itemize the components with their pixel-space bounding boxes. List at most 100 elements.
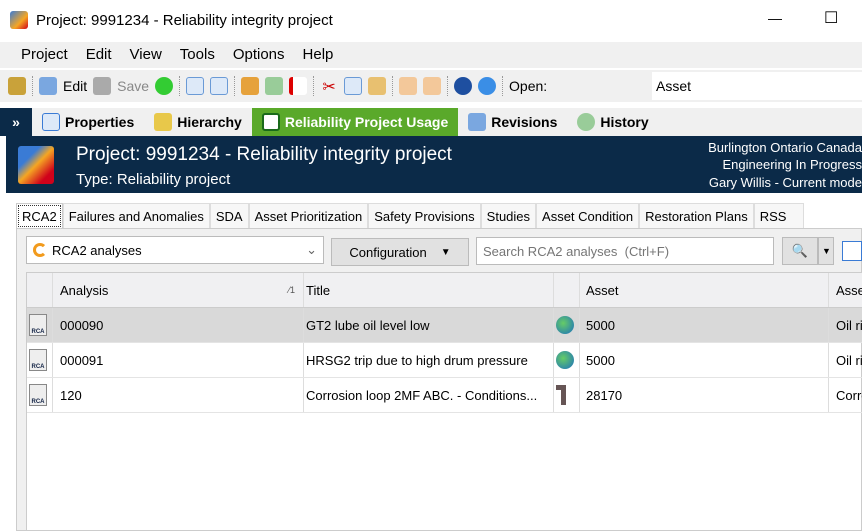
nav-label: Properties [65, 114, 135, 130]
open-label: Open: [509, 78, 548, 94]
asset-cell: 5000 [580, 308, 829, 342]
menu-edit[interactable]: Edit [77, 42, 121, 68]
pipe-icon [556, 385, 566, 405]
chevron-down-icon: ⌄ [306, 242, 317, 257]
sort-indicator: ⁄1 [288, 285, 295, 295]
globe-icon [556, 316, 574, 334]
asset-description-cell: Oil rig [836, 352, 862, 368]
minimize-button[interactable]: — [768, 10, 782, 26]
menu-bar: Project Edit View Tools Options Help [0, 42, 862, 68]
menu-project[interactable]: Project [12, 42, 77, 68]
delete-icon[interactable] [289, 77, 308, 95]
help-icon[interactable] [454, 77, 473, 95]
nav-revisions[interactable]: Revisions [458, 108, 567, 136]
header-icon-col [27, 273, 53, 307]
search-button[interactable]: 🔍 [782, 237, 818, 265]
menu-help[interactable]: Help [294, 42, 343, 68]
project-icon [18, 146, 54, 184]
copy-icon[interactable] [344, 77, 363, 95]
nav-history[interactable]: History [567, 108, 658, 136]
copy-record-icon[interactable] [210, 77, 229, 95]
globe-icon [556, 351, 574, 369]
asset-icon-cell [554, 343, 580, 377]
menu-options[interactable]: Options [224, 42, 294, 68]
menu-view[interactable]: View [121, 42, 171, 68]
configuration-button[interactable]: Configuration ▼ [331, 238, 469, 266]
record-type: Type: Reliability project [76, 171, 231, 188]
save-icon[interactable] [93, 77, 112, 95]
window-title: Project: 9991234 - Reliability integrity… [36, 12, 333, 29]
tab-asset-condition[interactable]: Asset Condition [536, 203, 640, 229]
tab-studies[interactable]: Studies [480, 203, 537, 229]
title-cell: HRSG2 trip due to high drum pressure [304, 343, 554, 377]
asset-description-cell: Oil rig [836, 317, 862, 333]
grid-header: Analysis ⁄1 Title Asset Asse [27, 273, 862, 308]
open-input[interactable]: Asset [652, 72, 862, 100]
link-icon[interactable] [265, 77, 284, 95]
collapse-button[interactable]: » [0, 108, 32, 136]
title-bar: Project: 9991234 - Reliability integrity… [0, 0, 862, 42]
tools-icon[interactable] [241, 77, 260, 95]
paste-icon[interactable] [368, 77, 387, 95]
analysis-cell: 120 [53, 378, 304, 412]
separator [313, 76, 315, 96]
row-icon-cell: RCA [27, 308, 53, 342]
title-cell: GT2 lube oil level low [304, 308, 554, 342]
table-row[interactable]: RCA 120 Corrosion loop 2MF ABC. - Condit… [27, 378, 862, 413]
column-header-icon[interactable] [554, 273, 580, 307]
tab-failures-and-anomalies[interactable]: Failures and Anomalies [62, 203, 210, 229]
info-icon[interactable] [478, 77, 497, 95]
tab-asset-prioritization[interactable]: Asset Prioritization [248, 203, 369, 229]
thumbs-down-icon[interactable] [423, 77, 442, 95]
separator [32, 76, 33, 96]
separator [392, 76, 394, 96]
analyses-grid: Analysis ⁄1 Title Asset Asse RCA 000090 G… [26, 272, 862, 531]
row-icon-cell: RCA [27, 378, 53, 412]
up-folder-icon[interactable] [8, 77, 26, 95]
separator [447, 76, 449, 96]
edit-button[interactable]: Edit [63, 78, 87, 94]
cut-icon[interactable]: ✂ [320, 77, 338, 96]
tab-rca2[interactable]: RCA2 [16, 203, 63, 229]
nav-label: Hierarchy [177, 114, 242, 130]
view-dropdown[interactable]: RCA2 analyses ⌄ [26, 236, 324, 264]
tab-restoration-plans[interactable]: Restoration Plans [639, 203, 754, 229]
app-icon [10, 11, 28, 29]
nav-properties[interactable]: Properties [32, 108, 144, 136]
location: Burlington Ontario Canada [708, 140, 862, 155]
list-view-icon[interactable] [842, 241, 862, 261]
history-icon [577, 113, 596, 131]
maximize-button[interactable]: ☐ [824, 8, 838, 28]
new-icon[interactable] [186, 77, 205, 95]
tab-rss[interactable]: RSS [753, 203, 804, 229]
thumbs-up-icon[interactable] [399, 77, 418, 95]
nav-label: Revisions [491, 114, 558, 130]
refresh-icon[interactable] [155, 77, 174, 95]
asset-description-cell: Corro [836, 387, 862, 403]
separator [234, 76, 236, 96]
dropdown-arrow-icon: ▼ [440, 246, 451, 258]
search-input[interactable] [476, 237, 774, 265]
separator [179, 76, 181, 96]
nav-hierarchy[interactable]: Hierarchy [144, 108, 252, 136]
edit-icon[interactable] [39, 77, 57, 95]
column-header-title[interactable]: Title [304, 273, 554, 307]
rca-document-icon: RCA [29, 314, 47, 336]
asset-cell: 28170 [580, 378, 829, 412]
table-row[interactable]: RCA 000090 GT2 lube oil level low 5000 O… [27, 308, 862, 343]
tab-safety-provisions[interactable]: Safety Provisions [368, 203, 481, 229]
record-header: Project: 9991234 - Reliability integrity… [6, 136, 862, 193]
menu-tools[interactable]: Tools [171, 42, 224, 68]
grid-icon [261, 113, 280, 131]
row-icon-cell: RCA [27, 343, 53, 377]
page-title: Project: 9991234 - Reliability integrity… [76, 144, 452, 165]
column-header-analysis[interactable]: Analysis ⁄1 [53, 273, 304, 307]
nav-reliability-project-usage[interactable]: Reliability Project Usage [251, 108, 459, 136]
tab-sda[interactable]: SDA [209, 203, 249, 229]
column-header-asset-description[interactable]: Asse [829, 273, 862, 307]
table-row[interactable]: RCA 000091 HRSG2 trip due to high drum p… [27, 343, 862, 378]
nav-label: History [600, 114, 649, 130]
save-button[interactable]: Save [117, 78, 149, 94]
column-header-asset[interactable]: Asset [580, 273, 829, 307]
search-options-dropdown[interactable]: ▼ [818, 237, 834, 265]
